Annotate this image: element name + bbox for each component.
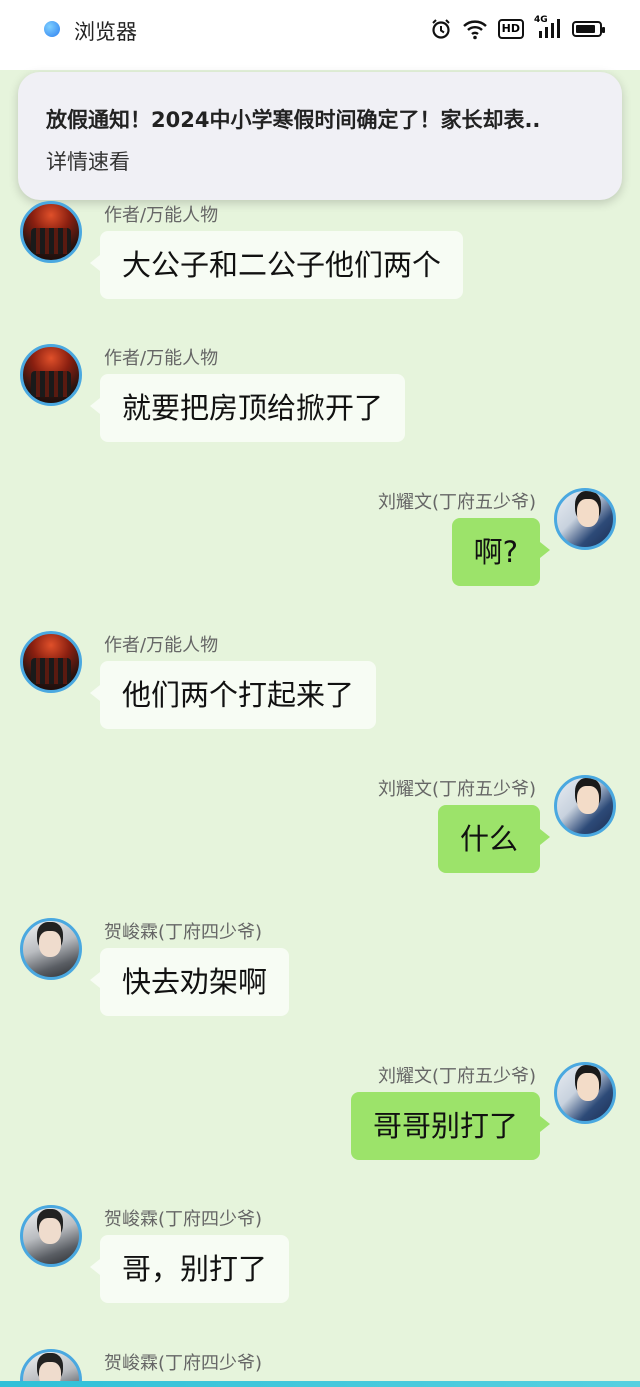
message-bubble[interactable]: 什么 <box>437 805 551 873</box>
sender-name: 贺峻霖(丁府四少爷) <box>104 922 263 943</box>
sender-name: 作者/万能人物 <box>104 205 219 226</box>
notification-banner[interactable]: 放假通知！2024中小学寒假时间确定了！家长却表.. 详情速看 <box>18 72 622 200</box>
avatar[interactable] <box>20 201 82 263</box>
avatar[interactable] <box>20 344 82 406</box>
app-name: 浏览器 <box>74 20 137 44</box>
sender-name: 刘耀文(丁府五少爷) <box>377 492 536 513</box>
message-bubble[interactable]: 啊? <box>451 518 551 586</box>
alarm-icon <box>430 17 452 41</box>
avatar[interactable] <box>20 631 82 693</box>
sender-name: 贺峻霖(丁府四少爷) <box>104 1209 263 1230</box>
avatar[interactable] <box>20 1205 82 1267</box>
battery-icon <box>572 17 605 41</box>
message-bubble[interactable]: 大公子和二公子他们两个 <box>89 231 464 299</box>
message-bubble[interactable]: 哥哥别打了 <box>350 1092 551 1160</box>
avatar[interactable] <box>554 1062 616 1124</box>
notification-subtitle: 详情速看 <box>46 150 130 174</box>
sender-name: 刘耀文(丁府五少爷) <box>377 1066 536 1087</box>
message-bubble[interactable]: 他们两个打起来了 <box>89 661 377 729</box>
status-bar: 浏览器 HD 4G <box>0 0 640 70</box>
sender-name: 刘耀文(丁府五少爷) <box>377 779 536 800</box>
network-type-label: 4G <box>534 15 548 25</box>
wifi-icon <box>462 17 488 41</box>
notification-title: 放假通知！2024中小学寒假时间确定了！家长却表.. <box>46 108 541 132</box>
message-bubble[interactable]: 哥，别打了 <box>89 1235 290 1303</box>
avatar[interactable] <box>554 488 616 550</box>
browser-app-icon <box>44 21 60 37</box>
message-bubble[interactable]: 快去劝架啊 <box>89 948 290 1016</box>
avatar[interactable] <box>554 775 616 837</box>
message-bubble[interactable]: 就要把房顶给掀开了 <box>89 374 406 442</box>
cellular-signal-icon: 4G <box>534 15 562 41</box>
sender-name: 贺峻霖(丁府四少爷) <box>104 1353 263 1374</box>
avatar[interactable] <box>20 918 82 980</box>
sender-name: 作者/万能人物 <box>104 348 219 369</box>
hd-badge: HD <box>497 19 524 39</box>
status-icons: HD 4G <box>430 15 605 42</box>
bottom-bar <box>0 1381 640 1387</box>
sender-name: 作者/万能人物 <box>104 635 219 656</box>
